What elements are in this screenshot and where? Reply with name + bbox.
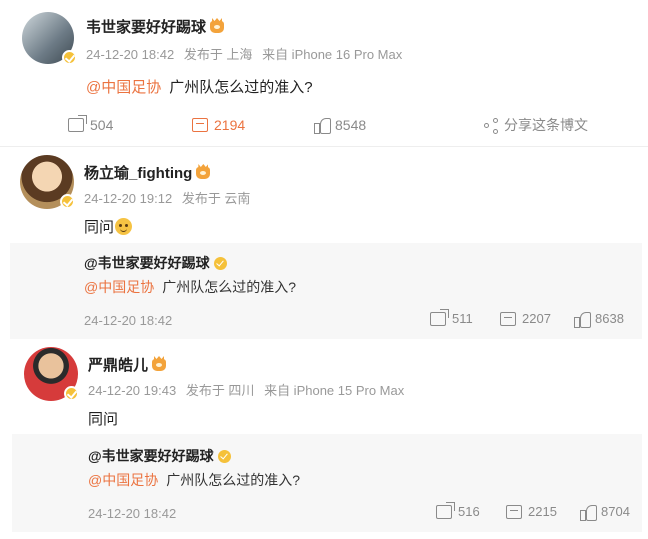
like-button[interactable]: 8704 bbox=[580, 504, 630, 521]
repost-button[interactable]: 511 bbox=[430, 308, 500, 326]
mention-link[interactable]: @中国足协 bbox=[84, 279, 154, 295]
comment-author[interactable]: 杨立瑜_fighting bbox=[84, 162, 211, 183]
comment-button[interactable]: 2215 bbox=[506, 504, 580, 519]
crown-icon bbox=[196, 167, 211, 179]
divider bbox=[0, 146, 648, 147]
crown-icon bbox=[152, 359, 167, 371]
comment-meta: 24-12-20 19:43 发布于 四川 来自 iPhone 15 Pro M… bbox=[88, 380, 410, 399]
post-location: 发布于 上海 bbox=[183, 47, 253, 62]
like-count: 8548 bbox=[335, 117, 367, 133]
quoted-author[interactable]: @韦世家要好好踢球 bbox=[84, 253, 227, 273]
like-count: 8704 bbox=[601, 504, 630, 519]
quoted-actions: 516 2215 8704 bbox=[436, 501, 630, 521]
repost-button[interactable]: 516 bbox=[436, 501, 506, 519]
like-icon bbox=[314, 118, 331, 134]
comment-body: 同问 bbox=[84, 219, 115, 236]
repost-button[interactable]: 504 bbox=[68, 115, 192, 133]
post-text: @中国足协 广州队怎么过的准入? bbox=[86, 76, 313, 97]
quoted-text: @中国足协 广州队怎么过的准入? bbox=[88, 470, 300, 490]
quoted-time: 24-12-20 18:42 bbox=[84, 313, 173, 328]
comment-count: 2207 bbox=[522, 311, 551, 326]
comment-icon bbox=[192, 118, 208, 132]
quoted-body: 广州队怎么过的准入? bbox=[162, 279, 297, 295]
share-label: 分享这条博文 bbox=[504, 117, 588, 133]
mention-link[interactable]: @中国足协 bbox=[86, 79, 161, 96]
comment-icon bbox=[500, 311, 516, 326]
quoted-post[interactable]: @韦世家要好好踢球 @中国足协 广州队怎么过的准入? 24-12-20 18:42… bbox=[10, 243, 642, 339]
repost-count: 516 bbox=[458, 504, 480, 519]
repost-icon bbox=[430, 308, 449, 326]
comment-meta: 24-12-20 19:12 发布于 云南 bbox=[84, 188, 256, 207]
quoted-post[interactable]: @韦世家要好好踢球 @中国足协 广州队怎么过的准入? 24-12-20 18:42… bbox=[12, 434, 642, 532]
comment-author[interactable]: 严鼎皓儿 bbox=[88, 354, 167, 375]
smile-emoji bbox=[115, 218, 133, 235]
comment-time: 24-12-20 19:12 bbox=[84, 191, 173, 206]
comment-count: 2215 bbox=[528, 504, 557, 519]
post-author-name[interactable]: 韦世家要好好踢球 bbox=[86, 19, 206, 36]
comment-icon bbox=[506, 504, 522, 519]
quoted-body: 广州队怎么过的准入? bbox=[166, 472, 301, 488]
comment-location: 发布于 云南 bbox=[181, 191, 251, 206]
post-body: 广州队怎么过的准入? bbox=[169, 79, 313, 96]
like-icon bbox=[574, 311, 591, 328]
post-time[interactable]: 24-12-20 18:42 bbox=[86, 47, 174, 62]
verified-icon bbox=[213, 257, 227, 270]
comment-button[interactable]: 2194 bbox=[192, 117, 314, 133]
post-device: 来自 iPhone 16 Pro Max bbox=[262, 47, 403, 62]
repost-icon bbox=[68, 115, 87, 132]
comment-time: 24-12-20 19:43 bbox=[88, 383, 177, 398]
verified-icon bbox=[64, 386, 79, 401]
post-actions: 504 2194 8548 分享这条博文 bbox=[68, 115, 628, 135]
crown-icon bbox=[210, 21, 225, 33]
comment-author-name[interactable]: 杨立瑜_fighting bbox=[84, 165, 192, 182]
like-count: 8638 bbox=[595, 311, 624, 326]
post-meta: 24-12-20 18:42 发布于 上海 来自 iPhone 16 Pro M… bbox=[86, 44, 408, 63]
comment-body: 同问 bbox=[88, 411, 119, 428]
quoted-author[interactable]: @韦世家要好好踢球 bbox=[88, 446, 231, 466]
repost-count: 504 bbox=[90, 117, 114, 133]
comment-device: 来自 iPhone 15 Pro Max bbox=[264, 383, 405, 398]
comment-location: 发布于 四川 bbox=[185, 383, 255, 398]
comment-button[interactable]: 2207 bbox=[500, 311, 574, 326]
repost-icon bbox=[436, 501, 455, 519]
quoted-text: @中国足协 广州队怎么过的准入? bbox=[84, 277, 296, 297]
like-button[interactable]: 8548 bbox=[314, 117, 484, 134]
share-button[interactable]: 分享这条博文 bbox=[484, 115, 588, 135]
comment-text: 同问 bbox=[84, 216, 133, 237]
quoted-actions: 511 2207 8638 bbox=[430, 308, 624, 328]
verified-icon bbox=[217, 450, 231, 463]
post-author[interactable]: 韦世家要好好踢球 bbox=[86, 16, 225, 37]
quoted-author-name[interactable]: @韦世家要好好踢球 bbox=[84, 255, 210, 271]
quoted-author-name[interactable]: @韦世家要好好踢球 bbox=[88, 448, 214, 464]
share-icon bbox=[484, 118, 498, 134]
comment-count: 2194 bbox=[214, 117, 246, 133]
comment-text: 同问 bbox=[88, 408, 118, 429]
like-button[interactable]: 8638 bbox=[574, 311, 624, 328]
comment-author-name[interactable]: 严鼎皓儿 bbox=[88, 357, 148, 374]
verified-icon bbox=[60, 194, 75, 209]
quoted-time: 24-12-20 18:42 bbox=[88, 506, 177, 521]
verified-icon bbox=[62, 50, 77, 65]
mention-link[interactable]: @中国足协 bbox=[88, 472, 158, 488]
like-icon bbox=[580, 504, 597, 521]
repost-count: 511 bbox=[452, 311, 473, 326]
